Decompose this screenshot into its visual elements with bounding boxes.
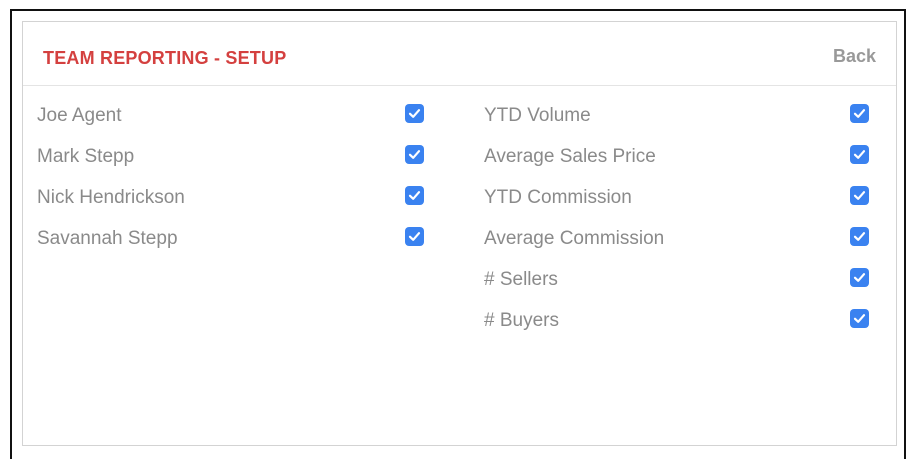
metric-label: YTD Commission <box>484 187 632 208</box>
metric-checkbox[interactable] <box>850 309 869 328</box>
agents-list: Joe Agent Mark Stepp Nick Hendrickson Sa… <box>37 104 437 268</box>
metric-label: # Sellers <box>484 269 558 290</box>
metric-checkbox[interactable] <box>850 145 869 164</box>
agent-row: Nick Hendrickson <box>37 186 437 227</box>
agent-label: Savannah Stepp <box>37 228 178 249</box>
metric-row: Average Sales Price <box>484 145 874 186</box>
agent-checkbox[interactable] <box>405 104 424 123</box>
metric-checkbox[interactable] <box>850 227 869 246</box>
metric-row: Average Commission <box>484 227 874 268</box>
checkmark-icon <box>853 109 866 118</box>
agent-label: Nick Hendrickson <box>37 187 185 208</box>
checkmark-icon <box>853 314 866 323</box>
checkmark-icon <box>853 150 866 159</box>
agent-checkbox[interactable] <box>405 227 424 246</box>
checkmark-icon <box>408 232 421 241</box>
checkmark-icon <box>408 191 421 200</box>
agent-row: Joe Agent <box>37 104 437 145</box>
checkmark-icon <box>853 191 866 200</box>
metric-checkbox[interactable] <box>850 268 869 287</box>
team-reporting-setup-panel: TEAM REPORTING - SETUP Back Joe Agent Ma… <box>22 21 897 446</box>
checkmark-icon <box>408 150 421 159</box>
agent-row: Mark Stepp <box>37 145 437 186</box>
agent-label: Joe Agent <box>37 105 122 126</box>
metrics-list: YTD Volume Average Sales Price YTD Commi… <box>484 104 874 350</box>
metric-checkbox[interactable] <box>850 186 869 205</box>
agent-checkbox[interactable] <box>405 145 424 164</box>
panel-header: TEAM REPORTING - SETUP Back <box>23 22 896 86</box>
agent-row: Savannah Stepp <box>37 227 437 268</box>
metric-row: # Buyers <box>484 309 874 350</box>
checkmark-icon <box>853 232 866 241</box>
agent-label: Mark Stepp <box>37 146 135 167</box>
back-button[interactable]: Back <box>833 46 876 67</box>
metric-row: YTD Volume <box>484 104 874 145</box>
checkmark-icon <box>853 273 866 282</box>
checkmark-icon <box>408 109 421 118</box>
metric-label: Average Commission <box>484 228 665 249</box>
metric-label: Average Sales Price <box>484 146 656 167</box>
metric-label: # Buyers <box>484 310 559 331</box>
metric-label: YTD Volume <box>484 105 591 126</box>
metric-checkbox[interactable] <box>850 104 869 123</box>
agent-checkbox[interactable] <box>405 186 424 205</box>
metric-row: # Sellers <box>484 268 874 309</box>
page-title: TEAM REPORTING - SETUP <box>43 48 287 68</box>
metric-row: YTD Commission <box>484 186 874 227</box>
